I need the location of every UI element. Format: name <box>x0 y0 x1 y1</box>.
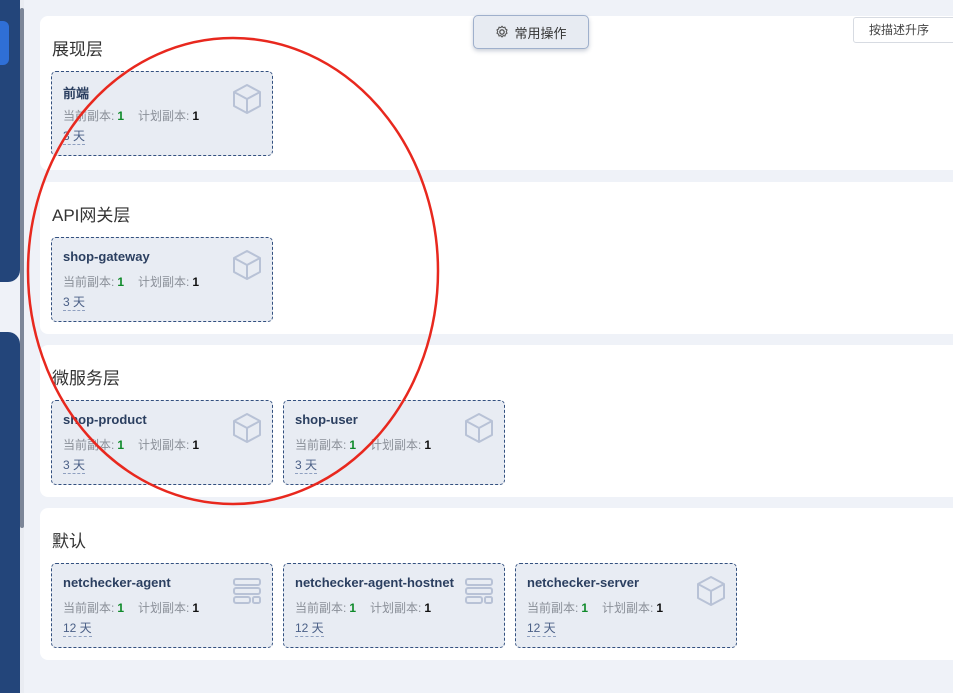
planned-replicas-value: 1 <box>192 109 200 123</box>
workload-card[interactable]: netchecker-agent 当前副本: 1 计划副本: 1 12 天 <box>51 563 273 648</box>
workload-card[interactable]: shop-gateway 当前副本: 1 计划副本: 1 3 天 <box>51 237 273 322</box>
replica-info: 当前副本: 1 计划副本: 1 <box>295 436 431 453</box>
replica-info: 当前副本: 1 计划副本: 1 <box>63 273 199 290</box>
current-replicas-value: 1 <box>117 275 125 289</box>
workload-card[interactable]: netchecker-server 当前副本: 1 计划副本: 1 12 天 <box>515 563 737 648</box>
group-microservice-layer: 微服务层 shop-product 当前副本: 1 计划副本: 1 3 天 shop-… <box>40 345 953 497</box>
workload-age: 12 天 <box>295 621 324 637</box>
workload-age: 3 天 <box>63 458 86 474</box>
cube-icon <box>465 413 493 443</box>
gear-icon <box>496 25 509 38</box>
workload-name[interactable]: netchecker-agent <box>63 575 171 590</box>
current-replicas-value: 1 <box>349 601 357 615</box>
workload-age: 12 天 <box>63 621 92 637</box>
replica-info: 当前副本: 1 计划副本: 1 <box>295 599 431 616</box>
current-replicas-value: 1 <box>581 601 589 615</box>
planned-replicas-label: 计划副本: <box>138 438 190 452</box>
current-replicas-value: 1 <box>117 601 125 615</box>
planned-replicas-label: 计划副本: <box>370 438 422 452</box>
group-api-gateway-layer: API网关层 shop-gateway 当前副本: 1 计划副本: 1 3 天 <box>40 182 953 334</box>
planned-replicas-value: 1 <box>192 438 200 452</box>
daemonset-icon <box>233 578 261 604</box>
cube-icon <box>233 250 261 280</box>
planned-replicas-label: 计划副本: <box>138 275 190 289</box>
workload-name[interactable]: shop-gateway <box>63 249 150 264</box>
scrollbar-thumb[interactable] <box>20 8 24 528</box>
workload-card[interactable]: shop-product 当前副本: 1 计划副本: 1 3 天 <box>51 400 273 485</box>
current-replicas-label: 当前副本: <box>63 109 115 123</box>
current-replicas-label: 当前副本: <box>295 601 347 615</box>
current-replicas-value: 1 <box>117 438 125 452</box>
planned-replicas-value: 1 <box>424 601 432 615</box>
planned-replicas-label: 计划副本: <box>138 109 190 123</box>
sidebar-active-item[interactable] <box>0 21 9 65</box>
current-replicas-label: 当前副本: <box>295 438 347 452</box>
workload-card[interactable]: netchecker-agent-hostnet 当前副本: 1 计划副本: 1 12… <box>283 563 505 648</box>
workload-age: 3 天 <box>63 295 86 311</box>
current-replicas-label: 当前副本: <box>63 438 115 452</box>
common-operations-button[interactable]: 常用操作 <box>473 15 589 49</box>
planned-replicas-value: 1 <box>424 438 432 452</box>
planned-replicas-label: 计划副本: <box>370 601 422 615</box>
workload-card[interactable]: shop-user 当前副本: 1 计划副本: 1 3 天 <box>283 400 505 485</box>
current-replicas-value: 1 <box>117 109 125 123</box>
replica-info: 当前副本: 1 计划副本: 1 <box>63 107 199 124</box>
replica-info: 当前副本: 1 计划副本: 1 <box>63 436 199 453</box>
planned-replicas-label: 计划副本: <box>138 601 190 615</box>
common-operations-label: 常用操作 <box>514 25 567 41</box>
workload-age: 3 天 <box>63 129 86 145</box>
group-title: 默认 <box>52 532 86 551</box>
workload-name[interactable]: shop-product <box>63 412 147 427</box>
replica-info: 当前副本: 1 计划副本: 1 <box>63 599 199 616</box>
cube-icon <box>233 413 261 443</box>
sort-order-select[interactable]: 按描述升序 <box>853 17 953 43</box>
group-title: 展现层 <box>52 40 103 59</box>
planned-replicas-label: 计划副本: <box>602 601 654 615</box>
planned-replicas-value: 1 <box>192 601 200 615</box>
workload-name[interactable]: netchecker-agent-hostnet <box>295 575 454 590</box>
current-replicas-label: 当前副本: <box>527 601 579 615</box>
planned-replicas-value: 1 <box>656 601 664 615</box>
planned-replicas-value: 1 <box>192 275 200 289</box>
workload-age: 12 天 <box>527 621 556 637</box>
cube-icon <box>233 84 261 114</box>
workload-card[interactable]: 前端 当前副本: 1 计划副本: 1 3 天 <box>51 71 273 156</box>
group-title: 微服务层 <box>52 369 120 388</box>
workload-age: 3 天 <box>295 458 318 474</box>
sidebar-bottom-panel <box>0 332 20 693</box>
group-default: 默认 netchecker-agent 当前副本: 1 计划副本: 1 12 天 ne… <box>40 508 953 660</box>
workload-name[interactable]: netchecker-server <box>527 575 639 590</box>
daemonset-icon <box>465 578 493 604</box>
workload-name[interactable]: 前端 <box>63 83 89 102</box>
current-replicas-label: 当前副本: <box>63 601 115 615</box>
group-title: API网关层 <box>52 206 131 225</box>
current-replicas-value: 1 <box>349 438 357 452</box>
workload-name[interactable]: shop-user <box>295 412 358 427</box>
replica-info: 当前副本: 1 计划副本: 1 <box>527 599 663 616</box>
cube-icon <box>697 576 725 606</box>
current-replicas-label: 当前副本: <box>63 275 115 289</box>
